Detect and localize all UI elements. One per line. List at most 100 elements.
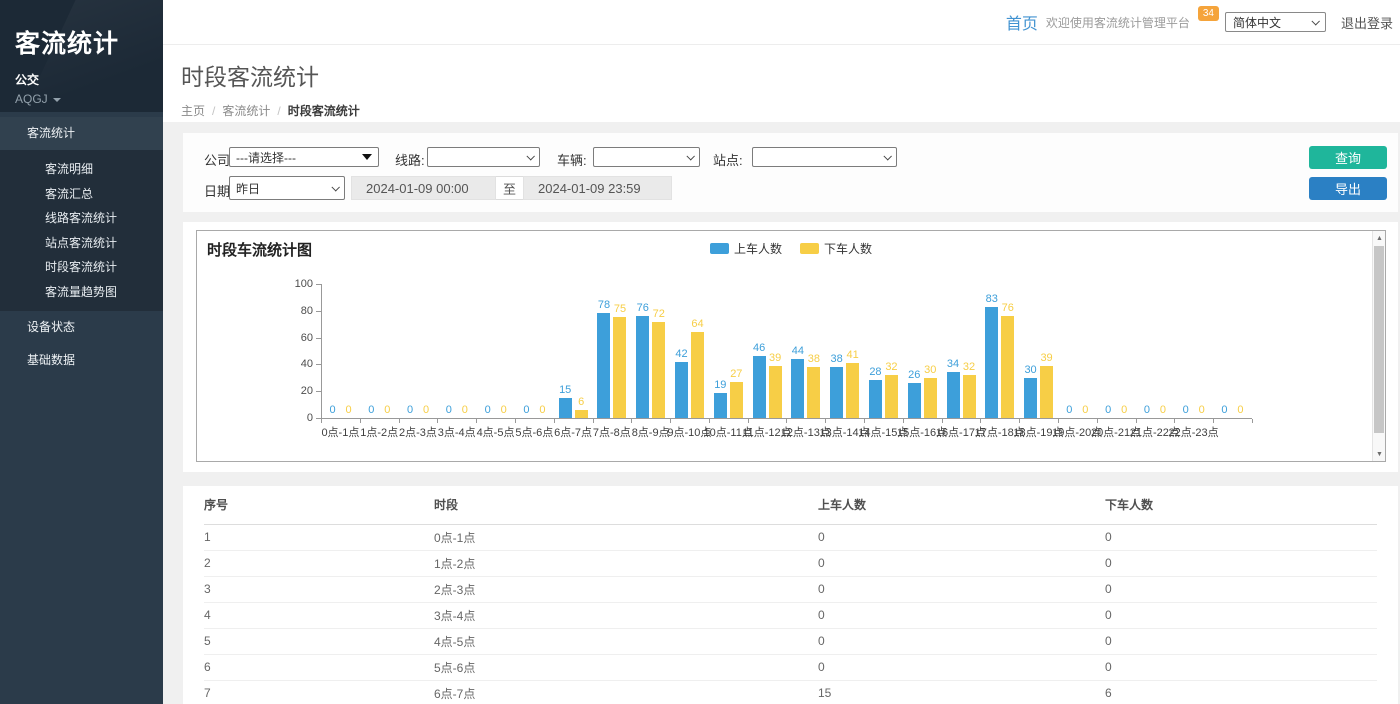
sidebar-subitem-线路客流统计[interactable]: 线路客流统计 (0, 206, 163, 231)
table-cell: 0 (818, 524, 1105, 550)
table-header-row: 序号时段上车人数下车人数 (204, 486, 1377, 524)
export-button[interactable]: 导出 (1309, 177, 1387, 200)
legend-swatch-icon (800, 243, 819, 254)
bar-on[interactable] (1024, 378, 1037, 418)
sidebar-subitem-客流量趋势图[interactable]: 客流量趋势图 (0, 280, 163, 305)
bar-group-13点-14点: 384113点-14点 (825, 284, 864, 418)
bar-group-19点-20点: 0019点-20点 (1058, 284, 1097, 418)
bar-group-15点-16点: 263015点-16点 (903, 284, 942, 418)
bar-on[interactable] (636, 316, 649, 418)
query-button[interactable]: 查询 (1309, 146, 1387, 169)
bar-group-10点-11点: 192710点-11点 (709, 284, 748, 418)
chevron-down-icon (526, 152, 534, 160)
chart-title: 时段车流统计图 (207, 239, 312, 260)
bar-off[interactable] (575, 410, 588, 418)
legend-label: 下车人数 (824, 240, 872, 257)
station-select[interactable] (752, 147, 897, 167)
chart-scrollbar[interactable]: ▲ ▼ (1372, 231, 1385, 461)
chart-plot: 000点-1点001点-2点002点-3点003点-4点004点-5点005点-… (321, 284, 1252, 418)
sidebar-item-passenger-stats[interactable]: 客流统计 (0, 117, 163, 150)
legend-item-下车人数[interactable]: 下车人数 (800, 240, 872, 257)
x-tick-mark (1174, 419, 1175, 423)
x-tick-mark (786, 419, 787, 423)
bar-off[interactable] (730, 382, 743, 418)
bar-group-5点-6点: 005点-6点 (515, 284, 554, 418)
vehicle-select[interactable] (593, 147, 700, 167)
notification-badge[interactable]: 34 (1198, 6, 1219, 21)
bar-on[interactable] (675, 362, 688, 418)
sidebar-subitem-时段客流统计[interactable]: 时段客流统计 (0, 255, 163, 280)
x-category-label: 22点-23点 (1169, 424, 1219, 440)
bar-on[interactable] (597, 313, 610, 418)
bar-on[interactable] (714, 393, 727, 418)
line-select[interactable] (427, 147, 540, 167)
station-label: 站点: (713, 150, 743, 169)
scrollbar-down-icon[interactable]: ▼ (1373, 447, 1386, 461)
org-name: 公交 (15, 71, 163, 88)
bar-group-22点-23点: 0022点-23点 (1174, 284, 1213, 418)
breadcrumb-item: 时段客流统计 (288, 104, 360, 118)
bar-off[interactable] (885, 375, 898, 418)
chart-legend: 上车人数 下车人数 (197, 240, 1385, 257)
x-tick-mark (864, 419, 865, 423)
x-category-label: 2点-3点 (399, 424, 437, 440)
x-category-label: 5点-6点 (515, 424, 553, 440)
table-cell: 6 (204, 654, 434, 680)
bar-on[interactable] (791, 359, 804, 418)
table-cell: 0 (818, 550, 1105, 576)
org-code-dropdown[interactable]: AQGJ (15, 92, 163, 106)
table-cell: 0 (818, 602, 1105, 628)
breadcrumb-item[interactable]: 客流统计 (222, 104, 270, 118)
table-cell: 6点-7点 (434, 680, 818, 704)
breadcrumb-separator: / (277, 104, 280, 118)
legend-swatch-icon (710, 243, 729, 254)
x-tick-mark (1213, 419, 1214, 423)
date-from-input[interactable]: 2024-01-09 00:00 (351, 176, 496, 200)
table-cell: 4点-5点 (434, 628, 818, 654)
bar-group-2点-3点: 002点-3点 (399, 284, 438, 418)
bar-off[interactable] (691, 332, 704, 418)
sidebar-item-device-status[interactable]: 设备状态 (0, 311, 163, 344)
bar-off[interactable] (924, 378, 937, 418)
home-link[interactable]: 首页 (1006, 10, 1038, 34)
language-select[interactable]: 简体中文 (1225, 12, 1326, 32)
bar-group-18点-19点: 303918点-19点 (1019, 284, 1058, 418)
app-logo: 客流统计 (15, 24, 163, 60)
bar-off[interactable] (613, 317, 626, 418)
table-cell: 4 (204, 602, 434, 628)
chevron-down-icon (1311, 17, 1319, 25)
bar-on[interactable] (830, 367, 843, 418)
sidebar-subitem-客流汇总[interactable]: 客流汇总 (0, 182, 163, 207)
breadcrumb-item[interactable]: 主页 (181, 104, 205, 118)
table-row: 54点-5点00 (204, 628, 1377, 654)
scrollbar-up-icon[interactable]: ▲ (1373, 231, 1386, 245)
bar-off[interactable] (652, 322, 665, 418)
table-cell: 0 (1105, 628, 1377, 654)
sidebar-item-base-data[interactable]: 基础数据 (0, 344, 163, 377)
bar-on[interactable] (908, 383, 921, 418)
date-preset-select[interactable]: 昨日 (229, 176, 345, 200)
logout-link[interactable]: 退出登录 (1341, 13, 1393, 32)
table-cell: 0 (1105, 524, 1377, 550)
bar-on[interactable] (947, 372, 960, 418)
bar-on[interactable] (753, 356, 766, 418)
x-tick-mark (1136, 419, 1137, 423)
x-tick-mark (1058, 419, 1059, 423)
bar-on[interactable] (985, 307, 998, 418)
table-cell: 0 (1105, 654, 1377, 680)
bar-off[interactable] (1040, 366, 1053, 418)
date-to-input[interactable]: 2024-01-09 23:59 (523, 176, 672, 200)
company-select[interactable]: ---请选择--- (229, 147, 379, 167)
sidebar-subitem-站点客流统计[interactable]: 站点客流统计 (0, 231, 163, 256)
bar-off[interactable] (846, 363, 859, 418)
scrollbar-thumb[interactable] (1374, 246, 1384, 433)
bar-off[interactable] (1001, 316, 1014, 418)
bar-off[interactable] (769, 366, 782, 418)
x-tick-mark (593, 419, 594, 423)
bar-on[interactable] (869, 380, 882, 418)
sidebar-subitem-客流明细[interactable]: 客流明细 (0, 157, 163, 182)
legend-item-上车人数[interactable]: 上车人数 (710, 240, 782, 257)
bar-off[interactable] (963, 375, 976, 418)
table-row: 65点-6点00 (204, 654, 1377, 680)
bar-off[interactable] (807, 367, 820, 418)
